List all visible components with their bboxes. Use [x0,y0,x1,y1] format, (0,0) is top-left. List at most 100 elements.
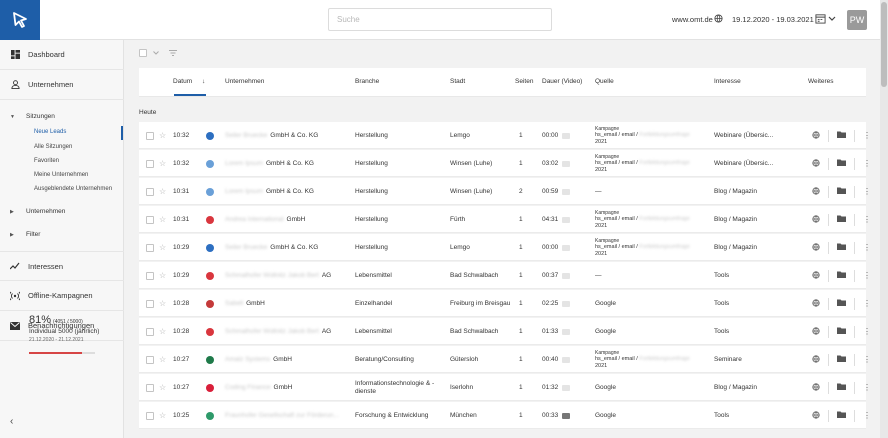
favorite-star-icon[interactable]: ☆ [159,150,166,177]
more-options-icon[interactable]: ⋮ [863,215,871,224]
globe-icon[interactable] [812,214,820,225]
sidebar-item-neue-leads[interactable]: Neue Leads [34,129,66,135]
globe-icon[interactable] [812,270,820,281]
more-options-icon[interactable]: ⋮ [863,299,871,308]
sidebar-item-ausgeblendete[interactable]: Ausgeblendete Unternehmen [34,186,112,192]
avatar[interactable]: PW [847,10,867,30]
more-options-icon[interactable]: ⋮ [863,411,871,420]
more-options-icon[interactable]: ⋮ [863,383,871,392]
video-icon[interactable] [562,328,571,335]
folder-icon[interactable] [837,271,846,280]
folder-icon[interactable] [837,215,846,224]
column-seiten[interactable]: Seiten [515,78,533,85]
row-checkbox[interactable] [146,411,154,420]
sort-arrow-icon[interactable]: ↓ [202,78,205,85]
company-name[interactable]: Lorem Ipsum GmbH & Co. KG [225,150,314,177]
sidebar-item-offline-kampagnen[interactable]: Offline-Kampagnen [0,281,124,311]
scrollbar-thumb[interactable] [881,2,887,87]
company-name[interactable]: Amatz Systems GmbH [225,346,292,373]
more-options-icon[interactable]: ⋮ [863,131,871,140]
folder-icon[interactable] [837,355,846,364]
more-options-icon[interactable]: ⋮ [863,355,871,364]
company-name[interactable]: Sabell GmbH [225,290,265,317]
table-row[interactable]: ☆ 10:32 Lorem Ipsum GmbH & Co. KG Herstellun… [139,150,871,177]
video-icon[interactable] [562,356,571,363]
row-checkbox[interactable] [146,187,154,196]
company-name[interactable]: Schmalhofer Wollnitz Jakob Bert AG [225,318,331,345]
favorite-star-icon[interactable]: ☆ [159,402,166,429]
sidebar-item-dashboard[interactable]: Dashboard [0,40,124,70]
sidebar-group-unternehmen[interactable]: ▶ Unternehmen [10,208,65,215]
video-icon[interactable] [562,216,571,223]
column-branche[interactable]: Branche [355,78,379,85]
date-range[interactable]: 19.12.2020 - 19.03.2021 [732,15,814,24]
row-checkbox[interactable] [146,159,154,168]
filter-icon[interactable] [169,50,177,56]
column-stadt[interactable]: Stadt [450,78,465,85]
company-name[interactable]: Coding Finance GmbH [225,374,292,401]
video-icon[interactable] [562,300,571,307]
app-logo[interactable] [0,0,40,40]
table-row[interactable]: ☆ 10:31 Andrea International GmbH Herstellun… [139,206,871,233]
more-options-icon[interactable]: ⋮ [863,159,871,168]
sidebar-item-meine-unternehmen[interactable]: Meine Unternehmen [34,172,88,178]
table-row[interactable]: ☆ 10:29 Seiler Bruecke GmbH & Co. KG Herstel… [139,234,871,261]
globe-icon[interactable] [812,410,820,421]
video-icon[interactable] [562,272,571,279]
column-quelle[interactable]: Quelle [595,78,614,85]
search-input[interactable] [328,8,552,31]
sidebar-item-favoriten[interactable]: Favoriten [34,158,59,164]
globe-icon[interactable] [812,158,820,169]
row-checkbox[interactable] [146,355,154,364]
table-row[interactable]: ☆ 10:28 Schmalhofer Wollnitz Jakob Bert AG L… [139,318,871,345]
sidebar-item-unternehmen[interactable]: Unternehmen [0,70,124,100]
table-row[interactable]: ☆ 10:31 Lorem Ipsum GmbH & Co. KG Herstellun… [139,178,871,205]
scrollbar[interactable] [880,0,888,438]
favorite-star-icon[interactable]: ☆ [159,318,166,345]
folder-icon[interactable] [837,383,846,392]
column-datum[interactable]: Datum [173,78,192,85]
favorite-star-icon[interactable]: ☆ [159,374,166,401]
sidebar-item-interessen[interactable]: Interessen [0,251,124,281]
more-options-icon[interactable]: ⋮ [863,271,871,280]
folder-icon[interactable] [837,159,846,168]
row-checkbox[interactable] [146,327,154,336]
row-checkbox[interactable] [146,299,154,308]
table-row[interactable]: ☆ 10:32 Seiler Bruecke GmbH & Co. KG Herstel… [139,122,871,149]
favorite-star-icon[interactable]: ☆ [159,262,166,289]
column-interesse[interactable]: Interesse [714,78,741,85]
site-label[interactable]: www.omt.de [672,15,713,24]
table-row[interactable]: ☆ 10:27 Amatz Systems GmbH Beratung/Consulti… [139,346,871,373]
table-row[interactable]: ☆ 10:25 Fraunhofer Gesellschaft zur Förder… [139,402,871,429]
row-checkbox[interactable] [146,131,154,140]
globe-icon[interactable] [812,298,820,309]
favorite-star-icon[interactable]: ☆ [159,290,166,317]
favorite-star-icon[interactable]: ☆ [159,234,166,261]
company-name[interactable]: Seiler Bruecke GmbH & Co. KG [225,122,318,149]
folder-icon[interactable] [837,243,846,252]
more-options-icon[interactable]: ⋮ [863,187,871,196]
select-all-checkbox[interactable] [139,49,147,57]
video-icon[interactable] [562,412,571,419]
globe-icon[interactable] [812,326,820,337]
company-name[interactable]: Andrea International GmbH [225,206,305,233]
table-row[interactable]: ☆ 10:29 Schmalhofer Wollnitz Jakob Bert AG L… [139,262,871,289]
globe-icon[interactable] [812,354,820,365]
video-icon[interactable] [562,132,571,139]
row-checkbox[interactable] [146,271,154,280]
row-checkbox[interactable] [146,383,154,392]
sidebar-group-filter[interactable]: ▶ Filter [10,231,40,238]
folder-icon[interactable] [837,187,846,196]
sidebar-group-sitzungen[interactable]: ▼ Sitzungen [10,113,55,120]
folder-icon[interactable] [837,131,846,140]
chevron-down-icon[interactable] [153,51,159,55]
company-name[interactable]: Fraunhofer Gesellschaft zur Förderun... [225,402,342,429]
video-icon[interactable] [562,160,571,167]
globe-icon[interactable] [714,14,723,25]
video-icon[interactable] [562,384,571,391]
video-icon[interactable] [562,244,571,251]
more-options-icon[interactable]: ⋮ [863,327,871,336]
more-options-icon[interactable]: ⋮ [863,243,871,252]
globe-icon[interactable] [812,130,820,141]
row-checkbox[interactable] [146,243,154,252]
